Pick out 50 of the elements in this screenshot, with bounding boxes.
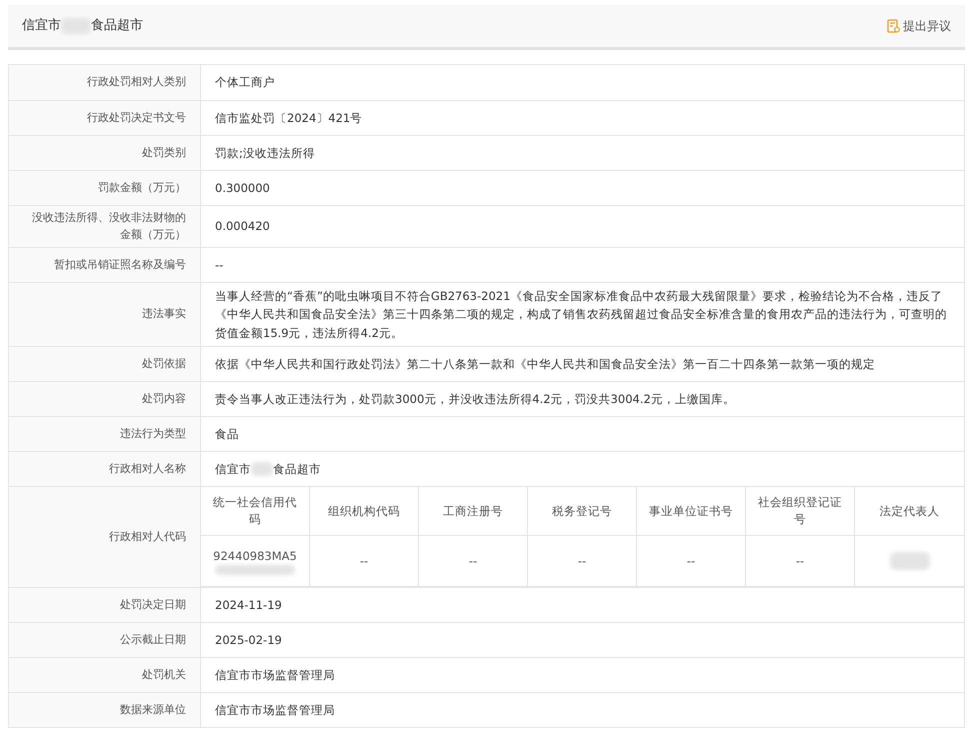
field-label-text: 行政相对人代码 xyxy=(109,528,186,545)
field-value: 责令当事人改正违法行为，处罚款3000元，并没收违法所得4.2元，罚没共3004.2元，上缴国库。 xyxy=(215,390,735,408)
field-value: 当事人经营的“香蕉”的吡虫啉项目不符合GB2763-2021《食品安全国家标准食品中农药最大残留限量》要求，检验结论为不合格，违反了《中华人民共和国食品安全法》第三十四条第二项的规定，构成了销售农药残留超过食品安全标准含量的食用农产品的违法行为，可查明的货值金额15.9元，违法所得4.2元。 xyxy=(215,288,948,342)
field-value: 信宜市 xyxy=(215,460,251,478)
field-value: -- xyxy=(215,256,224,274)
field-value: 0.000420 xyxy=(215,218,270,236)
redaction-blur xyxy=(251,462,273,476)
field-label-text: 违法事实 xyxy=(142,306,186,322)
column-header: 社会组织登记证号 xyxy=(757,494,843,528)
document-icon xyxy=(887,19,900,33)
field-value: 信市监处罚〔2024〕421号 xyxy=(215,110,362,127)
field-value: 个体工商户 xyxy=(215,74,275,92)
column-header: 税务登记号 xyxy=(552,502,612,520)
field-label-text: 处罚依据 xyxy=(142,356,186,372)
title-text: 食品超市 xyxy=(91,17,143,36)
table-cell: 92440983MA5 xyxy=(213,548,297,565)
field-label-text: 数据来源单位 xyxy=(120,702,186,718)
field-value: 0.300000 xyxy=(215,180,270,197)
field-label-text: 公示截止日期 xyxy=(120,632,186,648)
field-value: 罚款;没收违法所得 xyxy=(215,144,315,162)
field-label-text: 暂扣或吊销证照名称及编号 xyxy=(54,256,186,273)
table-cell: -- xyxy=(686,552,696,570)
field-value: 2025-02-19 xyxy=(215,632,282,649)
column-header: 统一社会信用代码 xyxy=(212,494,298,528)
field-label-text: 处罚决定日期 xyxy=(120,596,186,613)
field-value: 依据《中华人民共和国行政处罚法》第二十八条第一款和《中华人民共和国食品安全法》第一百二十四条第一款第一项的规定 xyxy=(215,356,875,373)
field-label-text: 处罚类别 xyxy=(142,144,186,161)
table-cell: -- xyxy=(578,552,586,570)
field-value: 食品超市 xyxy=(273,460,321,478)
title-text: 信宜市 xyxy=(22,17,61,36)
table-cell: -- xyxy=(468,552,478,570)
field-label-text: 罚款金额（万元） xyxy=(98,180,186,196)
field-label-text: 行政处罚相对人类别 xyxy=(87,74,186,90)
field-label-text: 处罚机关 xyxy=(142,666,186,683)
field-value: 2024-11-19 xyxy=(215,596,282,614)
field-value: 信宜市市场监督管理局 xyxy=(215,666,335,684)
field-value: 信宜市市场监督管理局 xyxy=(215,702,335,719)
field-value: 食品 xyxy=(215,426,239,443)
column-header: 工商注册号 xyxy=(443,502,503,520)
field-label-text: 行政相对人名称 xyxy=(109,460,186,477)
column-header: 事业单位证书号 xyxy=(649,502,733,520)
table-cell: -- xyxy=(796,552,804,570)
field-label-text: 没收违法所得、没收非法财物的金额（万元） xyxy=(31,210,186,242)
table-cell: -- xyxy=(360,552,368,570)
field-label-text: 违法行为类型 xyxy=(120,426,186,442)
column-header: 组织机构代码 xyxy=(328,502,400,520)
field-label-text: 行政处罚决定书文号 xyxy=(87,110,186,126)
column-header: 法定代表人 xyxy=(880,502,940,520)
field-label-text: 处罚内容 xyxy=(142,390,186,407)
objection-link[interactable]: 提出异议 xyxy=(887,17,951,35)
